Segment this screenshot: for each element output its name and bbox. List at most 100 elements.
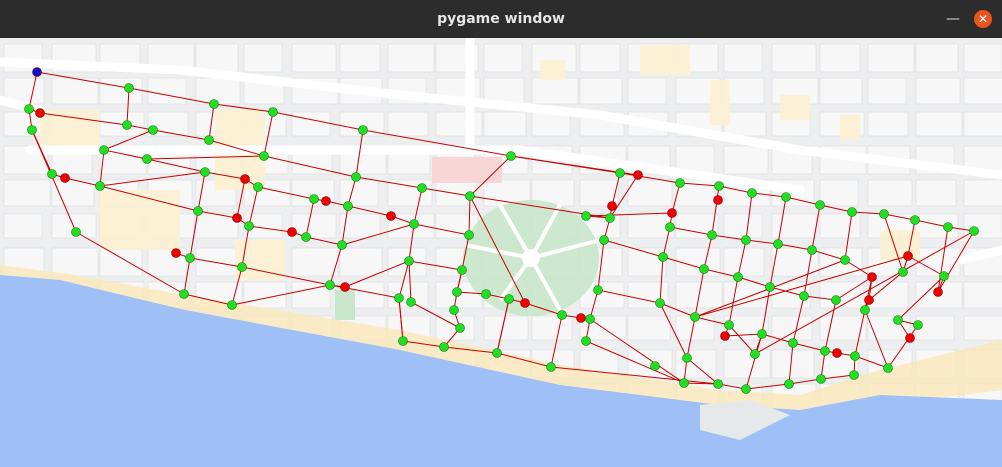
city-block: [483, 43, 523, 73]
visited-node: [99, 145, 109, 155]
city-block: [627, 77, 667, 105]
visited-node: [142, 154, 152, 164]
visited-node: [227, 300, 237, 310]
visited-node: [351, 172, 361, 182]
city-block: [963, 213, 1002, 239]
visited-node: [204, 135, 214, 145]
visited-node: [27, 125, 37, 135]
visited-node: [913, 320, 923, 330]
title-bar[interactable]: pygame window — ✕: [0, 0, 1002, 39]
city-block: [915, 179, 957, 207]
city-block: [195, 43, 239, 73]
visited-node: [831, 295, 841, 305]
start-node: [32, 67, 42, 77]
visited-node: [449, 305, 459, 315]
visited-node: [455, 323, 465, 333]
city-block: [963, 281, 1002, 309]
visited-node: [807, 245, 817, 255]
visited-node: [95, 181, 105, 191]
unvisited-node: [867, 272, 877, 282]
visited-node: [417, 183, 427, 193]
unvisited-node: [240, 174, 250, 184]
close-button[interactable]: ✕: [974, 10, 992, 28]
visited-node: [883, 363, 893, 373]
city-block: [291, 111, 331, 137]
unvisited-node: [321, 196, 331, 206]
city-block: [435, 111, 483, 137]
city-block: [723, 247, 765, 277]
visited-node: [237, 262, 247, 272]
city-block: [243, 43, 283, 73]
city-block: [435, 315, 475, 341]
visited-node: [593, 285, 603, 295]
unvisited-node: [903, 251, 913, 261]
visited-node: [943, 222, 953, 232]
visited-node: [799, 291, 809, 301]
visited-node: [860, 305, 870, 315]
park-center: [522, 249, 540, 267]
visited-node: [714, 181, 724, 191]
visited-node: [665, 222, 675, 232]
city-block: [819, 179, 859, 207]
city-block: [3, 213, 43, 239]
city-block: [963, 43, 1002, 73]
visited-node: [655, 298, 665, 308]
visited-node: [820, 346, 830, 356]
visited-node: [185, 253, 195, 263]
visited-node: [849, 370, 859, 380]
visited-node: [781, 192, 791, 202]
unvisited-node: [933, 287, 943, 297]
visited-node: [358, 125, 368, 135]
unvisited-node: [386, 211, 396, 221]
visited-node: [910, 215, 920, 225]
city-block: [291, 43, 337, 73]
visited-node: [969, 226, 979, 236]
visited-node: [682, 353, 692, 363]
visited-node: [179, 289, 189, 299]
visited-node: [679, 378, 689, 388]
city-block: [675, 247, 721, 277]
visited-node: [406, 297, 416, 307]
city-block: [915, 111, 963, 137]
unvisited-node: [720, 331, 730, 341]
app-window: pygame window — ✕: [0, 0, 1002, 467]
city-block: [771, 43, 817, 73]
minimize-button[interactable]: —: [944, 10, 962, 28]
visited-node: [504, 294, 514, 304]
unvisited-node: [35, 108, 45, 118]
visited-node: [599, 235, 609, 245]
city-block: [51, 179, 95, 207]
city-block: [771, 349, 815, 379]
unvisited-node: [60, 173, 70, 183]
visited-node: [343, 201, 353, 211]
unvisited-node: [713, 195, 723, 205]
city-block: [627, 179, 673, 207]
visited-node: [148, 125, 158, 135]
city-block: [147, 77, 187, 105]
visited-node: [741, 235, 751, 245]
city-block: [483, 111, 527, 137]
visited-node: [439, 342, 449, 352]
visited-node: [581, 336, 591, 346]
city-block: [579, 43, 621, 73]
pygame-canvas[interactable]: [0, 38, 1002, 467]
unvisited-node: [287, 227, 297, 237]
visited-node: [750, 349, 760, 359]
city-block: [99, 247, 143, 277]
visited-node: [492, 348, 502, 358]
visited-node: [546, 362, 556, 372]
city-block: [771, 213, 817, 239]
visited-node: [404, 256, 414, 266]
city-block: [723, 111, 767, 137]
city-block: [867, 111, 909, 137]
city-block: [579, 77, 623, 105]
unvisited-node: [171, 248, 181, 258]
city-block: [867, 281, 909, 309]
city-block: [627, 349, 673, 379]
visited-node: [898, 267, 908, 277]
visited-node: [879, 209, 889, 219]
visited-node: [707, 230, 717, 240]
visited-node: [124, 83, 134, 93]
city-block: [963, 179, 1002, 207]
city-block: [531, 315, 573, 341]
